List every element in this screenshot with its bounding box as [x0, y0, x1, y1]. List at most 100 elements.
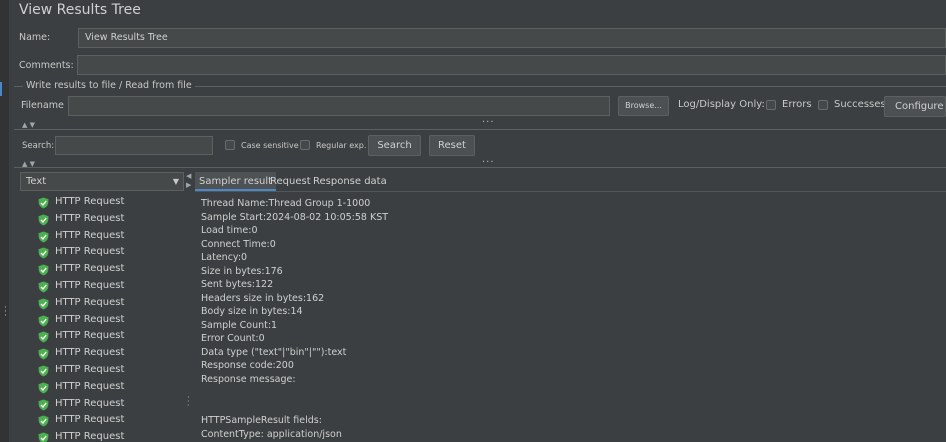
renderer-selected-value: Text [26, 176, 47, 187]
splitter-line-2 [14, 167, 946, 168]
tree-item[interactable]: HTTP Request [20, 363, 184, 379]
success-shield-icon [38, 247, 49, 259]
tree-item-label: HTTP Request [55, 397, 125, 409]
result-line: Sample Count:1 [201, 319, 278, 331]
success-shield-icon [38, 315, 49, 327]
tree-item[interactable]: HTTP Request [20, 380, 184, 396]
success-shield-icon [38, 399, 49, 411]
search-label: Search: [22, 141, 55, 151]
result-line: Headers size in bytes:162 [201, 292, 325, 304]
browse-button[interactable]: Browse... [618, 96, 669, 116]
tree-item-label: HTTP Request [55, 229, 125, 241]
success-shield-icon [38, 281, 49, 293]
case-sensitive-label: Case sensitive [241, 141, 299, 150]
successes-checkbox[interactable] [818, 100, 828, 110]
regular-exp-label: Regular exp. [316, 141, 367, 150]
tree-item[interactable]: HTTP Request [20, 413, 184, 429]
result-line: Thread Name:Thread Group 1-1000 [201, 198, 371, 209]
tree-item[interactable]: HTTP Request [20, 329, 184, 345]
tree-item-label: HTTP Request [55, 263, 125, 275]
result-line: Sample Start:2024-08-02 10:05:58 KST [201, 211, 389, 223]
success-shield-icon [38, 331, 49, 343]
tree-item[interactable]: HTTP Request [20, 279, 184, 295]
tree-item[interactable]: HTTP Request [20, 262, 184, 278]
expand-left-arrow-icon[interactable]: ◀ [186, 172, 191, 180]
result-line: Sent bytes:122 [201, 279, 274, 290]
success-shield-icon [38, 382, 49, 394]
splitter-handle-icon-2[interactable]: ··· [482, 158, 495, 168]
result-line: Data type ("text"|"bin"|""):text [201, 346, 347, 358]
tree-item[interactable]: HTTP Request [20, 430, 184, 442]
log-display-label: Log/Display Only: [678, 99, 765, 110]
splitter-line [14, 129, 946, 130]
errors-label: Errors [782, 99, 812, 110]
tree-item-label: HTTP Request [55, 364, 125, 375]
name-field[interactable]: View Results Tree [78, 28, 946, 48]
collapse-arrows-icon[interactable]: ▲ ▼ [22, 121, 35, 129]
success-shield-icon [38, 214, 49, 226]
tree-item-label: HTTP Request [55, 414, 125, 426]
result-line: Body size in bytes:14 [201, 306, 303, 317]
result-line: Response message: [201, 373, 296, 385]
success-shield-icon [38, 415, 49, 427]
result-line: Connect Time:0 [201, 238, 276, 250]
tree-item[interactable]: HTTP Request [20, 212, 184, 228]
tree-item-label: HTTP Request [55, 196, 125, 207]
success-shield-icon [38, 432, 49, 442]
tree-item[interactable]: HTTP Request [20, 313, 184, 329]
tree-item-label: HTTP Request [55, 212, 125, 224]
file-group-legend: Write results to file / Read from file [23, 80, 195, 91]
expand-right-arrow-icon[interactable]: ▶ [186, 181, 191, 189]
success-shield-icon [38, 231, 49, 243]
tree-item-label: HTTP Request [55, 313, 125, 325]
result-line: Response code:200 [201, 360, 294, 371]
success-shield-icon [38, 348, 49, 360]
tree-item[interactable]: HTTP Request [20, 296, 184, 312]
tree-item[interactable]: HTTP Request [20, 346, 184, 362]
renderer-select[interactable]: Text ▼ [20, 172, 184, 191]
success-shield-icon [38, 365, 49, 377]
result-field-line: HTTPSampleResult fields: [201, 415, 322, 426]
name-label: Name: [19, 32, 51, 43]
tree-item-label: HTTP Request [55, 280, 125, 291]
tab-request[interactable]: Request [270, 172, 311, 191]
tab-response-data[interactable]: Response data [313, 172, 387, 191]
configure-button[interactable]: Configure [884, 96, 946, 117]
errors-checkbox[interactable] [766, 100, 776, 110]
tree-item[interactable]: HTTP Request [20, 229, 184, 245]
result-line: Error Count:0 [201, 333, 265, 344]
chevron-down-icon: ▼ [172, 177, 179, 186]
filename-label: Filename [21, 100, 64, 111]
case-sensitive-checkbox[interactable] [225, 140, 235, 150]
drag-handle-icon[interactable]: · · · [4, 304, 7, 321]
results-tree[interactable]: HTTP Request HTTP Request HTTP Request HTTP… [20, 194, 184, 442]
tree-item-label: HTTP Request [55, 380, 125, 392]
tree-item[interactable]: HTTP Request [20, 245, 184, 261]
tree-item-label: HTTP Request [55, 347, 125, 359]
left-edge-strip: · · · [0, 0, 9, 442]
tree-item-label: HTTP Request [55, 246, 125, 258]
splitter-handle-icon[interactable]: ··· [482, 118, 495, 128]
tree-item[interactable]: HTTP Request [20, 195, 184, 211]
successes-label: Successes [834, 99, 886, 110]
tree-item[interactable]: HTTP Request [20, 397, 184, 413]
success-shield-icon [38, 197, 49, 209]
comments-field[interactable] [77, 55, 946, 75]
result-line: Load time:0 [201, 225, 258, 236]
tab-underline [195, 191, 946, 192]
filename-field[interactable] [68, 96, 610, 116]
reset-button[interactable]: Reset [429, 135, 475, 156]
search-button[interactable]: Search [368, 135, 421, 156]
regular-exp-checkbox[interactable] [300, 140, 310, 150]
search-input[interactable] [55, 136, 213, 155]
tree-item-label: HTTP Request [55, 296, 125, 308]
comments-label: Comments: [19, 60, 74, 71]
result-line: Size in bytes:176 [201, 265, 283, 277]
success-shield-icon [38, 298, 49, 310]
success-shield-icon [38, 264, 49, 276]
vertical-splitter-handle-icon[interactable]: · · · [187, 394, 190, 410]
vertical-splitter[interactable]: ◀ ▶ · · · [185, 170, 191, 442]
tab-sampler-result[interactable]: Sampler result [195, 172, 277, 191]
selection-marker [0, 82, 2, 96]
result-field-line: ContentType: application/json [201, 428, 342, 440]
